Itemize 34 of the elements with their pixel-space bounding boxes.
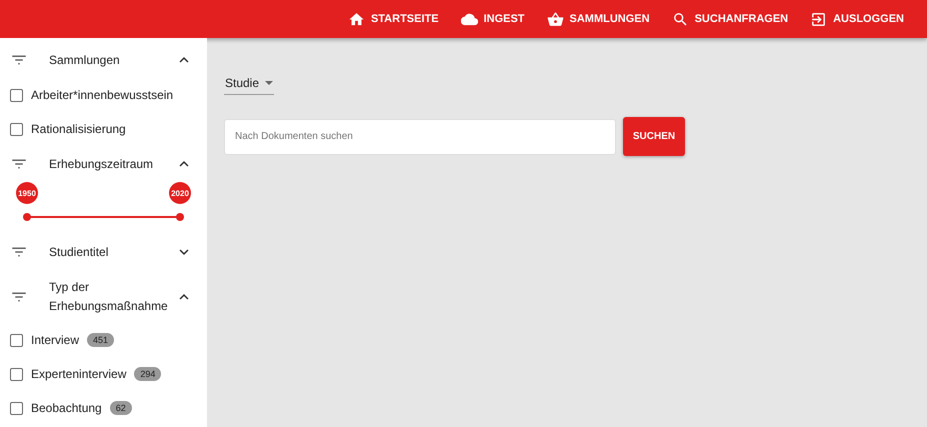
count-badge: 62 <box>110 401 132 416</box>
nav-link[interactable]: SUCHANFRAGEN <box>662 10 798 28</box>
basket-icon <box>546 10 564 28</box>
slider-thumb[interactable] <box>23 213 31 221</box>
nav-link[interactable]: STARTSEITE <box>338 10 448 28</box>
nav-link[interactable]: INGEST <box>452 10 534 28</box>
checkbox[interactable] <box>10 334 23 347</box>
home-icon <box>348 10 365 28</box>
count-badge: 294 <box>134 367 162 382</box>
search-field[interactable]: Nach Dokumenten suchen <box>224 118 616 154</box>
nav-link[interactable]: SAMMLUNGEN <box>538 10 659 28</box>
checkbox-label: Arbeiter*innenbewusstsein <box>31 88 174 102</box>
checkbox-label: Experteninterview <box>31 367 126 382</box>
search-icon <box>672 10 689 28</box>
checkbox-label: Beobachtung <box>31 401 102 416</box>
checkbox-label: Rationalisisierung <box>31 122 126 136</box>
value-label: 1950 <box>16 182 38 204</box>
slider-thumb[interactable] <box>176 213 184 221</box>
checkbox[interactable] <box>10 88 23 102</box>
filter-title: Typ der Erhebungsmaßnahme <box>48 279 169 315</box>
logout-icon <box>810 10 828 28</box>
filter-title: Erhebungszeitraum <box>48 156 154 173</box>
caret-icon <box>265 81 274 85</box>
checkbox[interactable] <box>10 402 23 415</box>
checkbox[interactable] <box>10 368 23 381</box>
filter-title: Studientitel <box>48 244 110 261</box>
count-badge: 451 <box>87 333 114 348</box>
nav-link[interactable]: AUSLOGGEN <box>801 10 913 28</box>
checkbox-label: Interview <box>31 333 80 348</box>
value-label: 2020 <box>169 182 191 204</box>
checkbox[interactable] <box>10 122 23 136</box>
scope-dropdown[interactable]: Studie <box>224 76 274 95</box>
search-button[interactable]: SUCHEN <box>623 117 685 156</box>
filter-title: Sammlungen <box>48 52 121 69</box>
